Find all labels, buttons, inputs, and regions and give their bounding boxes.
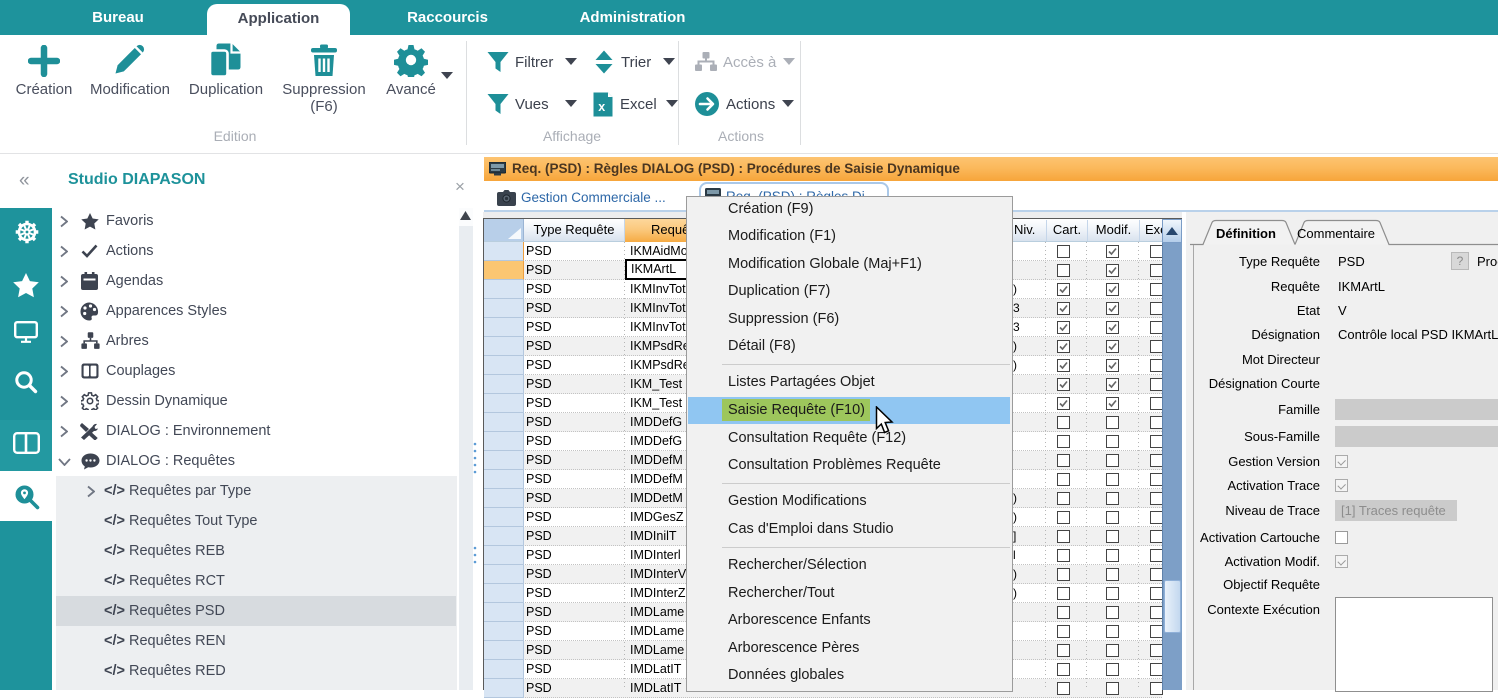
svg-text:x: x (598, 100, 605, 114)
